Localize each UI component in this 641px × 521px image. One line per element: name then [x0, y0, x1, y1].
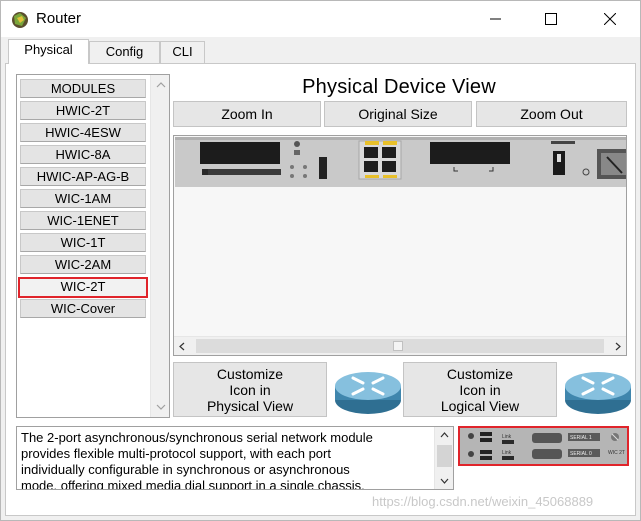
customize-logical-line-3: Logical View — [440, 397, 520, 414]
customize-logical-line-2: Icon in — [459, 381, 501, 398]
physical-tab-content: MODULES HWIC-2T HWIC-4ESW HWIC-8A HWIC-A… — [5, 63, 636, 516]
serial-0-label: SERIAL 0 — [570, 451, 592, 457]
customize-physical-icon-button[interactable]: Customize Icon in Physical View — [173, 362, 327, 417]
maximize-button[interactable] — [528, 1, 574, 37]
module-item[interactable]: HWIC-2T — [20, 101, 146, 120]
module-item-selected[interactable]: WIC-2T — [18, 277, 148, 298]
module-item[interactable]: WIC-1T — [20, 233, 146, 252]
module-header-button[interactable]: MODULES — [20, 79, 146, 98]
maximize-icon — [545, 13, 557, 25]
module-item[interactable]: WIC-2AM — [20, 255, 146, 274]
router-window: Router Physical Config CLI MODULES HWIC-… — [0, 0, 641, 521]
chevron-down-icon[interactable] — [440, 478, 449, 484]
customize-logical-icon-button[interactable]: Customize Icon in Logical View — [403, 362, 557, 417]
chevron-down-icon — [156, 404, 165, 410]
selected-module-image[interactable]: Link Link SERIAL 1 SERIAL 0 WIC 2T — [458, 426, 629, 466]
minimize-button[interactable] — [473, 1, 519, 37]
scrollbar-thumb[interactable] — [437, 445, 452, 467]
link-label: Link — [502, 434, 512, 440]
physical-device-view[interactable] — [173, 135, 627, 356]
customize-physical-line-1: Customize — [216, 365, 284, 382]
module-item[interactable]: WIC-1ENET — [20, 211, 146, 230]
router-icon — [335, 372, 401, 414]
title-bar: Router — [1, 1, 640, 37]
scroll-down-button[interactable] — [151, 398, 170, 416]
tab-physical[interactable]: Physical — [8, 39, 89, 64]
packet-tracer-app-icon — [12, 12, 28, 28]
chevron-left-icon[interactable] — [179, 342, 185, 351]
scroll-up-button[interactable] — [151, 76, 170, 94]
module-description-box[interactable]: The 2-port asynchronous/synchronous seri… — [16, 426, 454, 490]
customize-logical-line-1: Customize — [446, 365, 514, 382]
module-list: MODULES HWIC-2T HWIC-4ESW HWIC-8A HWIC-A… — [16, 74, 170, 418]
module-item[interactable]: HWIC-4ESW — [20, 123, 146, 142]
module-description-text: The 2-port asynchronous/synchronous seri… — [21, 430, 373, 490]
zoom-in-button[interactable]: Zoom In — [173, 101, 321, 127]
scrollbar-thumb[interactable] — [196, 339, 604, 353]
close-icon — [604, 13, 616, 25]
watermark-text: https://blog.csdn.net/weixin_45068889 — [372, 494, 594, 509]
physical-view-title: Physical Device View — [302, 76, 496, 98]
chevron-right-icon[interactable] — [615, 342, 621, 351]
serial-1-label: SERIAL 1 — [570, 435, 592, 441]
module-item[interactable]: HWIC-8A — [20, 145, 146, 164]
module-item[interactable]: WIC-Cover — [20, 299, 146, 318]
window-title: Router — [36, 10, 82, 27]
customize-physical-line-2: Icon in — [229, 381, 271, 398]
device-view-horizontal-scrollbar[interactable] — [174, 336, 626, 355]
chevron-up-icon[interactable] — [440, 432, 449, 438]
customize-physical-line-3: Physical View — [206, 397, 294, 414]
router-chassis-image — [175, 137, 626, 187]
original-size-button[interactable]: Original Size — [324, 101, 472, 127]
description-scrollbar[interactable] — [434, 427, 453, 489]
wic-2t-module-graphic: Link Link SERIAL 1 SERIAL 0 WIC 2T — [460, 428, 627, 464]
close-button[interactable] — [587, 1, 633, 37]
module-list-scrollbar[interactable] — [150, 75, 169, 417]
module-item[interactable]: HWIC-AP-AG-B — [20, 167, 146, 186]
tab-config[interactable]: Config — [89, 41, 160, 63]
minimize-icon — [490, 18, 501, 20]
link-label: Link — [502, 450, 512, 456]
module-item[interactable]: WIC-1AM — [20, 189, 146, 208]
zoom-out-button[interactable]: Zoom Out — [476, 101, 627, 127]
router-icon — [565, 372, 631, 414]
tab-cli[interactable]: CLI — [160, 41, 205, 63]
wic-2t-label: WIC 2T — [608, 450, 625, 456]
chevron-up-icon — [156, 82, 165, 88]
